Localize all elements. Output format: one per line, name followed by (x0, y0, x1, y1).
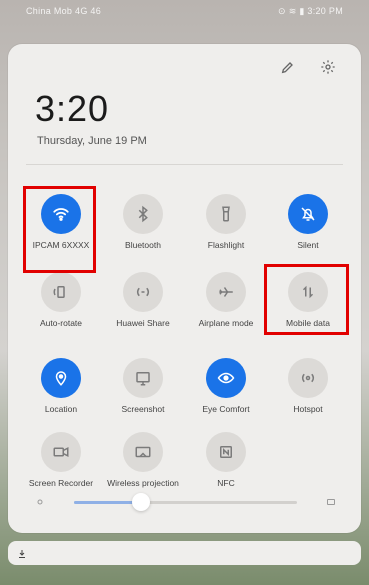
date-label: Thursday, June 19 PM (37, 135, 147, 147)
share-icon (123, 272, 163, 312)
brightness-fill (74, 501, 141, 504)
tile-bluetooth[interactable]: Bluetooth (106, 194, 180, 250)
tile-label: Huawei Share (116, 318, 170, 328)
tile-label: NFC (217, 478, 235, 488)
brightness-low-icon (34, 495, 46, 513)
tile-airplane[interactable]: Airplane mode (189, 272, 263, 328)
flashlight-icon (206, 194, 246, 234)
mobile-data-icon (288, 272, 328, 312)
airplane-icon (206, 272, 246, 312)
tile-label: Screen Recorder (28, 478, 94, 488)
tile-label: Hotspot (293, 404, 323, 414)
clock: 3:20 (35, 88, 110, 129)
bell-off-icon (288, 194, 328, 234)
tile-hotspot[interactable]: Hotspot (271, 358, 345, 414)
tile-eye-comfort[interactable]: Eye Comfort (189, 358, 263, 414)
gear-icon[interactable] (317, 56, 339, 78)
tile-screen-recorder[interactable]: Screen Recorder (24, 432, 98, 488)
tile-label: Silent (297, 240, 319, 250)
tile-silent[interactable]: Silent (271, 194, 345, 250)
brightness-high-icon (325, 495, 337, 513)
tile-wifi[interactable]: IPCAM 6XXXX (24, 194, 98, 250)
tile-wireless-projection[interactable]: Wireless projection (106, 432, 180, 488)
tile-location[interactable]: Location (24, 358, 98, 414)
tile-label: Airplane mode (198, 318, 254, 328)
tile-label: Flashlight (207, 240, 245, 250)
status-left-text: China Mob 4G 46 (26, 6, 102, 16)
video-icon (41, 432, 81, 472)
tile-huawei-share[interactable]: Huawei Share (106, 272, 180, 328)
notification-bar[interactable] (8, 541, 361, 565)
hotspot-icon (288, 358, 328, 398)
tile-autorotate[interactable]: Auto-rotate (24, 272, 98, 328)
tile-screenshot[interactable]: Screenshot (106, 358, 180, 414)
tile-mobile-data[interactable]: Mobile data (271, 272, 345, 328)
wifi-icon (41, 194, 81, 234)
divider (26, 164, 343, 165)
status-bar: China Mob 4G 46 ⊙ ≋ ▮ 3:20 PM (0, 0, 369, 22)
download-icon (16, 547, 28, 565)
tile-label: IPCAM 6XXXX (32, 240, 90, 250)
cast-icon (123, 432, 163, 472)
brightness-thumb[interactable] (131, 493, 150, 511)
brightness-slider[interactable] (34, 492, 337, 512)
tile-label: Location (44, 404, 78, 414)
location-icon (41, 358, 81, 398)
status-right-text: ⊙ ≋ ▮ 3:20 PM (278, 6, 343, 16)
rotate-icon (41, 272, 81, 312)
pencil-icon[interactable] (277, 56, 299, 78)
tile-label: Mobile data (286, 318, 330, 328)
tile-label: Bluetooth (125, 240, 161, 250)
tile-flashlight[interactable]: Flashlight (189, 194, 263, 250)
panel-top-icons (277, 56, 339, 78)
tile-label: Eye Comfort (202, 404, 250, 414)
quick-settings-panel: 3:20 Thursday, June 19 PM IPCAM 6XXXX Bl… (8, 44, 361, 565)
bluetooth-icon (123, 194, 163, 234)
tile-label: Auto-rotate (39, 318, 83, 328)
nfc-icon (206, 432, 246, 472)
eye-icon (206, 358, 246, 398)
tile-label: Wireless projection (107, 478, 179, 488)
screenshot-icon (123, 358, 163, 398)
tile-label: Screenshot (121, 404, 165, 414)
tile-nfc[interactable]: NFC (189, 432, 263, 488)
